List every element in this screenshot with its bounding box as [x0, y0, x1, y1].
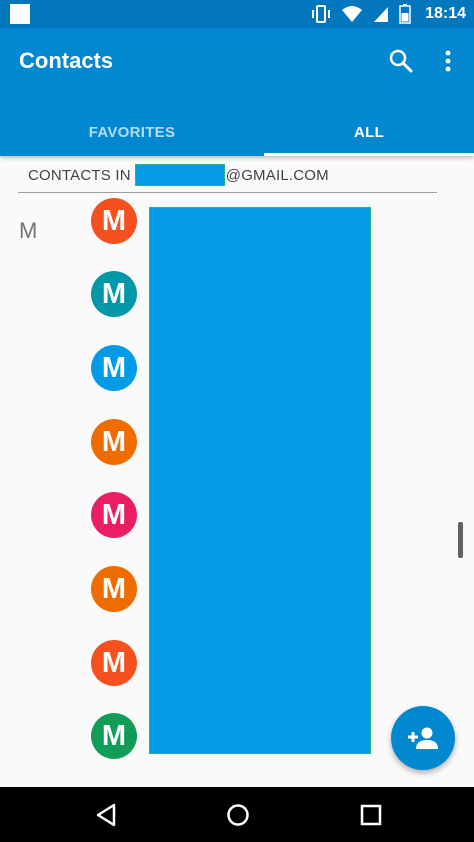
tab-bar: FAVORITES ALL [0, 108, 474, 156]
avatar-initial: M [101, 277, 127, 310]
contact-avatar[interactable]: M [91, 419, 137, 465]
status-icons: 18:14 [311, 0, 466, 28]
battery-icon [399, 4, 411, 24]
wifi-icon [342, 6, 363, 22]
avatar-initial: M [101, 351, 127, 384]
contact-avatar[interactable]: M [91, 198, 137, 244]
redacted-account-name [134, 164, 225, 186]
tab-indicator [264, 153, 474, 156]
contact-avatar[interactable]: M [91, 566, 137, 612]
add-contact-button[interactable] [391, 706, 455, 770]
avatar-initial: M [101, 646, 127, 679]
status-bar: 18:14 [0, 0, 474, 28]
home-icon[interactable] [224, 801, 252, 829]
redacted-contact-names [149, 207, 371, 754]
contact-avatar[interactable]: M [91, 713, 137, 759]
contact-avatar[interactable]: M [91, 640, 137, 686]
contact-avatar[interactable]: M [91, 492, 137, 538]
search-icon[interactable] [388, 48, 414, 74]
notification-square-icon [10, 4, 30, 24]
account-header-suffix: @GMAIL.COM [225, 166, 329, 184]
navigation-bar [0, 787, 474, 842]
tab-favorites[interactable]: FAVORITES [0, 108, 264, 156]
account-header: CONTACTS IN @GMAIL.COM [18, 158, 437, 193]
avatar-initial: M [101, 572, 127, 605]
section-letter: M [19, 218, 38, 243]
signal-icon [374, 7, 389, 22]
more-vert-icon[interactable] [438, 48, 458, 74]
app-title: Contacts [19, 48, 114, 73]
app-bar: Contacts FAVORITES ALL [0, 28, 474, 156]
avatar-initial: M [101, 719, 127, 752]
status-time: 18:14 [425, 5, 466, 22]
recents-icon[interactable] [357, 801, 385, 829]
back-icon[interactable] [92, 801, 120, 829]
avatar-initial: M [101, 425, 127, 458]
avatar-initial: M [101, 204, 127, 237]
vibrate-icon [312, 5, 331, 23]
contact-avatar[interactable]: M [91, 271, 137, 317]
contact-avatar[interactable]: M [91, 345, 137, 391]
account-header-prefix: CONTACTS IN [28, 166, 131, 184]
scrollbar-thumb[interactable] [458, 522, 463, 558]
tab-all-label: ALL [353, 123, 385, 141]
add-contact-icon [408, 727, 438, 749]
tab-favorites-label: FAVORITES [88, 123, 176, 141]
avatar-initial: M [101, 498, 127, 531]
tab-all[interactable]: ALL [264, 108, 474, 156]
